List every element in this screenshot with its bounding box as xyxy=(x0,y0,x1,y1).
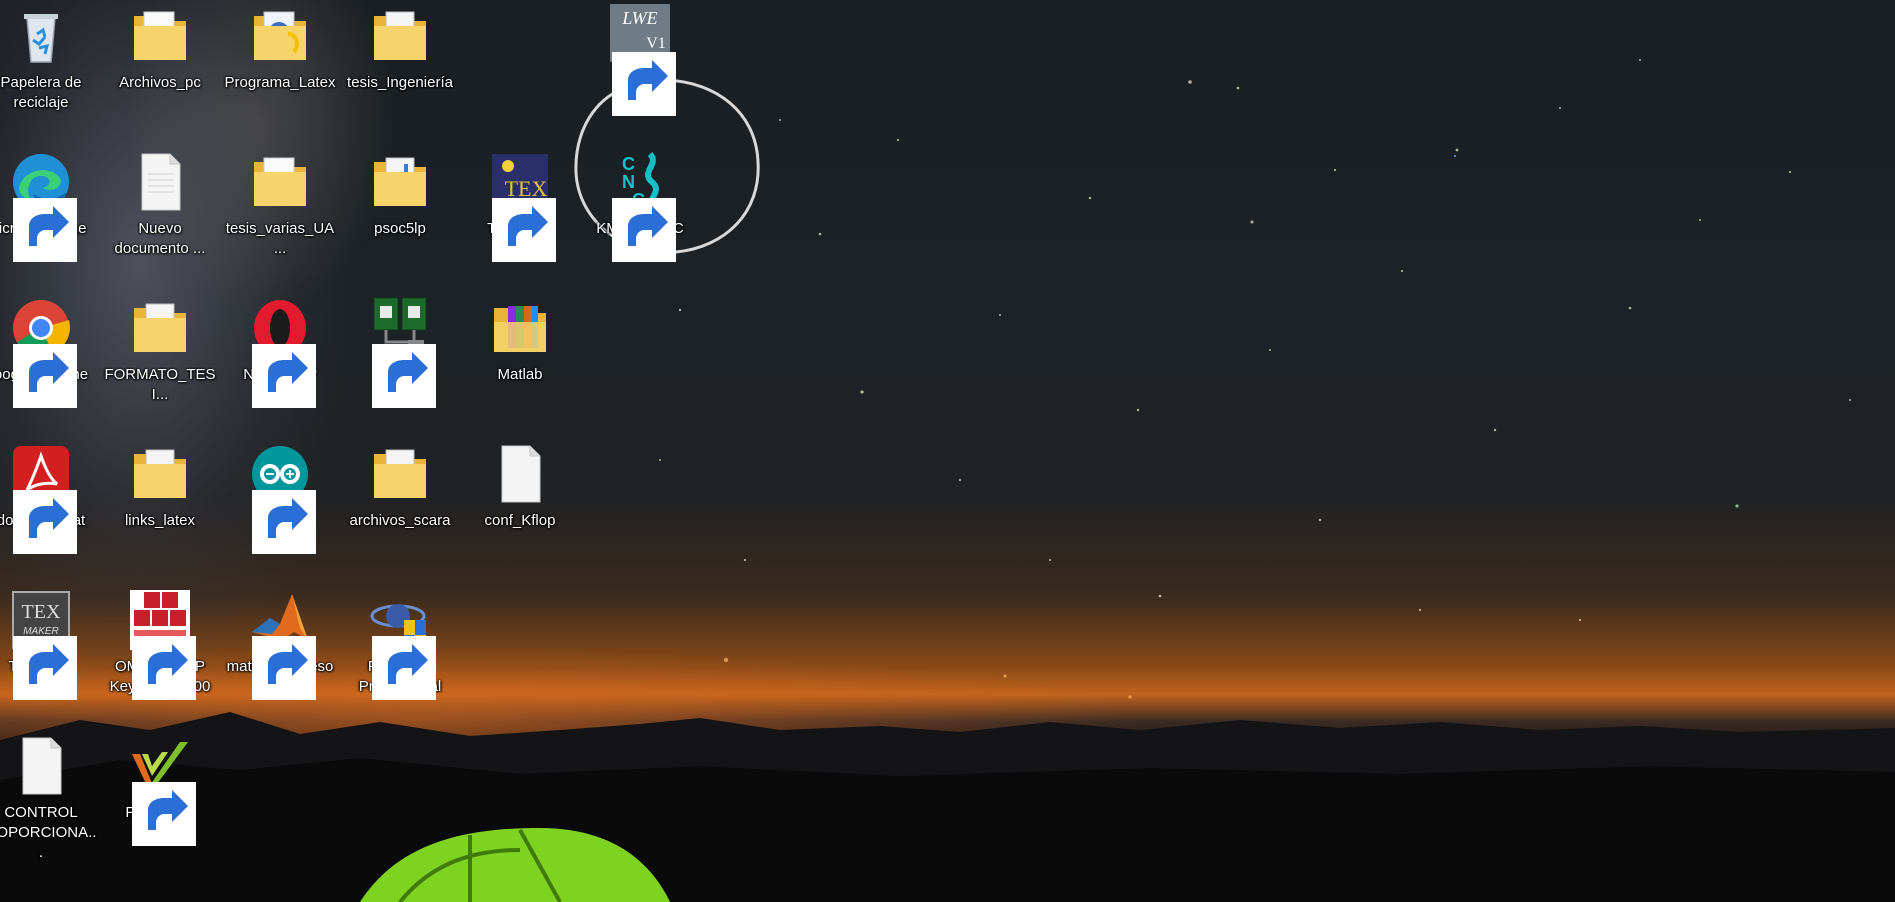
shortcut-arrow-icon xyxy=(13,490,77,554)
desktop-icon-psoc5lp[interactable]: psoc5lp xyxy=(344,148,456,278)
desktop-icon-texmaker[interactable]: TEX MAKER Texmaker xyxy=(0,586,97,716)
folder-icon xyxy=(374,157,426,206)
folder-icon xyxy=(374,11,426,60)
icon-label: Nuevo documento ... xyxy=(114,220,206,257)
shortcut-arrow-icon xyxy=(252,490,316,554)
shortcut-arrow-icon xyxy=(13,198,77,262)
folder-icon xyxy=(134,303,186,352)
icon-label: CONTROL ROPORCIONA... xyxy=(0,804,97,861)
shortcut-arrow-icon xyxy=(252,636,316,700)
shortcut-arrow-icon xyxy=(612,52,676,116)
shortcut-arrow-icon xyxy=(252,344,316,408)
svg-text:TEX: TEX xyxy=(22,601,61,623)
shortcut-arrow-icon xyxy=(612,198,676,262)
desktop-icon-edge[interactable]: licrosoft Edge xyxy=(0,148,97,278)
icon-label: Papelera de reciclaje xyxy=(0,74,82,111)
folder-icon xyxy=(374,449,426,498)
folder-icon xyxy=(134,449,186,498)
desktop-icon-opera[interactable]: Navegador Opera xyxy=(224,294,336,424)
shortcut-arrow-icon xyxy=(492,198,556,262)
document-icon xyxy=(501,445,541,503)
shortcut-arrow-icon xyxy=(13,344,77,408)
shortcut-arrow-icon xyxy=(13,636,77,700)
icon-label: Archivos_pc xyxy=(119,74,201,91)
icon-label: tesis_varias_UA... xyxy=(225,220,335,257)
desktop-icon-links-latex[interactable]: links_latex xyxy=(104,440,216,570)
desktop-icon-tesis-ingenieria[interactable]: tesis_Ingeniería xyxy=(344,2,456,132)
desktop-icon-formato-tesi[interactable]: FORMATO_TESI... xyxy=(104,294,216,424)
desktop-icon-conf-kflop[interactable]: conf_Kflop xyxy=(464,440,576,570)
desktop-icon-matlab-folder[interactable]: Matlab xyxy=(464,294,576,424)
wallpaper-mountains xyxy=(0,712,1895,902)
desktop-icon-recycle-bin[interactable]: Papelera de reciclaje xyxy=(0,2,97,132)
folder-icon: PDF xyxy=(134,11,186,60)
desktop-icon-acrobat[interactable]: dobe Acrobat DC xyxy=(0,440,97,570)
desktop-icon-archivos-scara[interactable]: archivos_scara xyxy=(344,440,456,570)
icon-label: Programa_Latex xyxy=(224,74,336,91)
winrar-folder-icon xyxy=(494,306,546,352)
svg-text:LWE: LWE xyxy=(621,8,657,28)
desktop-icon-matlab-shortcut[interactable]: matlab - Acceso directo xyxy=(224,586,336,716)
document-icon xyxy=(22,737,62,795)
shortcut-arrow-icon xyxy=(132,782,196,846)
desktop-icon-texstudio[interactable]: TEX TeXstudio xyxy=(464,148,576,278)
icon-label: tesis_Ingeniería xyxy=(347,74,453,91)
shortcut-arrow-icon xyxy=(372,636,436,700)
desktop-icon-arduino[interactable]: Arduino xyxy=(224,440,336,570)
desktop-icon-chrome[interactable]: oogle Chrome xyxy=(0,294,97,424)
desktop-icon-xctu[interactable]: X-CTU xyxy=(344,294,456,424)
svg-text:C: C xyxy=(622,154,635,174)
desktop-icon-proteus[interactable]: Proteus 8 Professional xyxy=(344,586,456,716)
icon-label: FORMATO_TESI... xyxy=(104,366,216,403)
desktop-icon-tesis-varias[interactable]: PDF tesis_varias_UA... xyxy=(224,148,336,278)
icon-label: conf_Kflop xyxy=(484,512,556,529)
desktop-icon-kmotioncnc[interactable]: C N C KMotionCNC xyxy=(584,148,696,278)
desktop-icon-archivos-pc[interactable]: PDF Archivos_pc xyxy=(104,2,216,132)
desktop-icon-nuevo-documento[interactable]: Nuevo documento ... xyxy=(104,148,216,278)
icon-label: Matlab xyxy=(497,366,543,383)
desktop-icon-omen-keyboard[interactable]: OMEN by HP Keyboard 1100 xyxy=(104,586,216,716)
svg-text:V1: V1 xyxy=(646,35,666,52)
desktop-icon-polyspace[interactable]: Polyspace R2020b xyxy=(104,732,216,862)
shortcut-arrow-icon xyxy=(372,344,436,408)
folder-icon: PDF xyxy=(254,157,306,206)
document-icon xyxy=(141,153,181,211)
icon-label: psoc5lp xyxy=(374,220,426,237)
svg-text:N: N xyxy=(622,172,635,192)
desktop-icon-control[interactable]: CONTROL ROPORCIONA... xyxy=(0,732,97,862)
folder-icon xyxy=(254,11,306,60)
desktop-icon-lwe[interactable]: LWE V1 LWE xyxy=(584,2,696,132)
icon-label: archivos_scara xyxy=(349,512,451,529)
icon-label: links_latex xyxy=(124,512,196,529)
recycle-bin-icon xyxy=(24,14,58,63)
desktop-icon-programa-latex[interactable]: Programa_Latex xyxy=(224,2,336,132)
shortcut-arrow-icon xyxy=(132,636,196,700)
